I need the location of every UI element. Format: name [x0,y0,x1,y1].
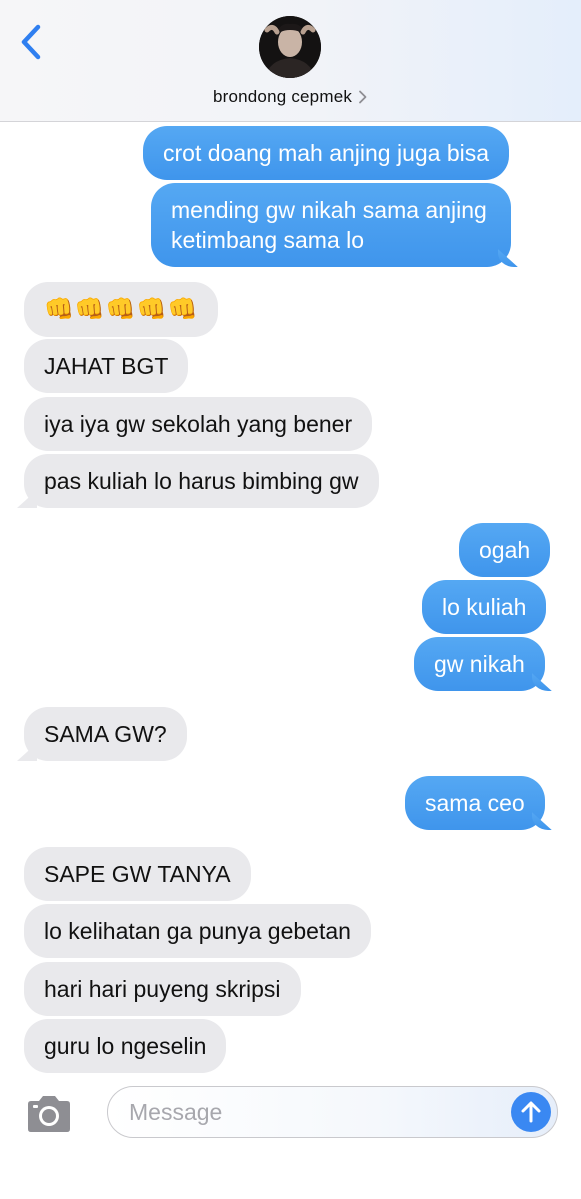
chevron-right-icon [359,90,367,104]
chevron-left-icon [21,24,41,60]
message-text: SAMA GW? [44,721,167,747]
avatar[interactable] [259,16,321,78]
message-text: mending gw nikah sama anjing [171,197,487,223]
message-text: guru lo ngeselin [44,1033,207,1059]
conversation-header: brondong cepmek [0,0,581,122]
received-message[interactable]: SAMA GW? [24,707,187,761]
message-text: lo kelihatan ga punya gebetan [44,918,351,944]
message-field[interactable] [107,1086,558,1138]
sent-message[interactable]: crot doang mah anjing juga bisa [143,126,510,180]
back-button[interactable] [14,22,48,62]
message-text: SAPE GW TANYA [44,861,231,887]
message-text: sama ceo [425,790,525,816]
arrow-up-icon [521,1101,541,1123]
contact-photo [259,16,321,78]
fist-emoji-text: 👊👊👊👊👊 [44,296,199,323]
received-message[interactable]: guru lo ngeselin [24,1019,227,1073]
received-message[interactable]: SAPE GW TANYA [24,847,251,901]
message-text: iya iya gw sekolah yang bener [44,411,353,437]
received-message[interactable]: 👊👊👊👊👊 [24,282,219,337]
message-composer [0,1077,581,1199]
message-thread[interactable]: crot doang mah anjing juga bisa mending … [0,122,581,1077]
received-message[interactable]: pas kuliah lo harus bimbing gw [24,454,379,508]
sent-message[interactable]: gw nikah [414,637,545,691]
message-text: JAHAT BGT [44,353,169,379]
message-text: lo kuliah [442,594,527,620]
message-input[interactable] [129,1098,499,1126]
contact-name: brondong cepmek [212,87,353,106]
message-text: ketimbang sama lo [171,227,365,253]
message-text: ogah [479,537,531,563]
received-message[interactable]: lo kelihatan ga punya gebetan [24,904,371,958]
send-button[interactable] [511,1092,551,1132]
message-text: pas kuliah lo harus bimbing gw [44,468,359,494]
message-text: hari hari puyeng skripsi [44,976,281,1002]
sent-message[interactable]: ogah [459,523,551,577]
message-text: gw nikah [434,651,525,677]
received-message[interactable]: hari hari puyeng skripsi [24,962,301,1016]
sent-message[interactable]: mending gw nikah sama anjing ketimbang s… [151,183,511,267]
message-text: crot doang mah anjing juga bisa [163,140,490,166]
sent-message[interactable]: sama ceo [405,776,545,830]
camera-icon [28,1096,70,1132]
camera-button[interactable] [24,1095,76,1135]
contact-name-row[interactable]: brondong cepmek [0,86,581,108]
received-message[interactable]: JAHAT BGT [24,339,189,393]
received-message[interactable]: iya iya gw sekolah yang bener [24,397,373,451]
sent-message[interactable]: lo kuliah [422,580,547,634]
